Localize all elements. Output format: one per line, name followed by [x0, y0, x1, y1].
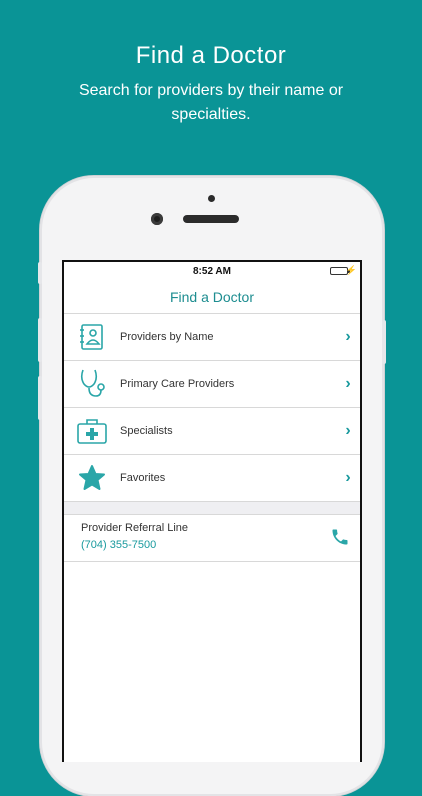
address-book-icon — [64, 314, 120, 360]
chevron-right-icon: › — [345, 469, 351, 486]
nav-title: Find a Doctor — [64, 282, 360, 314]
menu-item-label: Providers by Name — [120, 331, 214, 343]
phone-power-button — [382, 320, 386, 364]
phone-speaker — [183, 215, 239, 223]
app-screen: 8:52 AM ⚡ Find a Doctor Providers by Nam… — [62, 260, 362, 762]
medical-kit-icon — [64, 408, 120, 454]
referral-label: Provider Referral Line — [81, 522, 188, 534]
phone-icon[interactable] — [330, 527, 350, 552]
phone-front-camera — [151, 213, 163, 225]
chevron-right-icon: › — [345, 422, 351, 439]
phone-mute-switch — [38, 262, 42, 284]
star-icon — [64, 455, 120, 501]
referral-phone-number[interactable]: (704) 355-7500 — [81, 539, 156, 551]
phone-volume-down — [38, 376, 42, 420]
section-divider — [64, 502, 360, 515]
promo-subtitle: Search for providers by their name or sp… — [78, 82, 344, 123]
menu-item-label: Primary Care Providers — [120, 378, 235, 390]
chevron-right-icon: › — [345, 328, 351, 345]
menu-item-label: Specialists — [120, 425, 173, 437]
menu-item-primary-care-providers[interactable]: Primary Care Providers › — [64, 361, 360, 408]
status-bar: 8:52 AM ⚡ — [64, 262, 360, 282]
menu-item-providers-by-name[interactable]: Providers by Name › — [64, 314, 360, 361]
charging-icon: ⚡ — [345, 265, 357, 275]
menu-item-favorites[interactable]: Favorites › — [64, 455, 360, 502]
menu-item-specialists[interactable]: Specialists › — [64, 408, 360, 455]
menu-item-label: Favorites — [120, 472, 166, 484]
phone-sensor — [208, 195, 215, 202]
referral-line-row[interactable]: Provider Referral Line (704) 355-7500 — [64, 515, 360, 562]
promo-title: Find a Doctor — [135, 42, 287, 69]
chevron-right-icon: › — [345, 375, 351, 392]
phone-volume-up — [38, 318, 42, 362]
status-time: 8:52 AM — [193, 266, 231, 277]
stethoscope-icon — [64, 361, 120, 407]
